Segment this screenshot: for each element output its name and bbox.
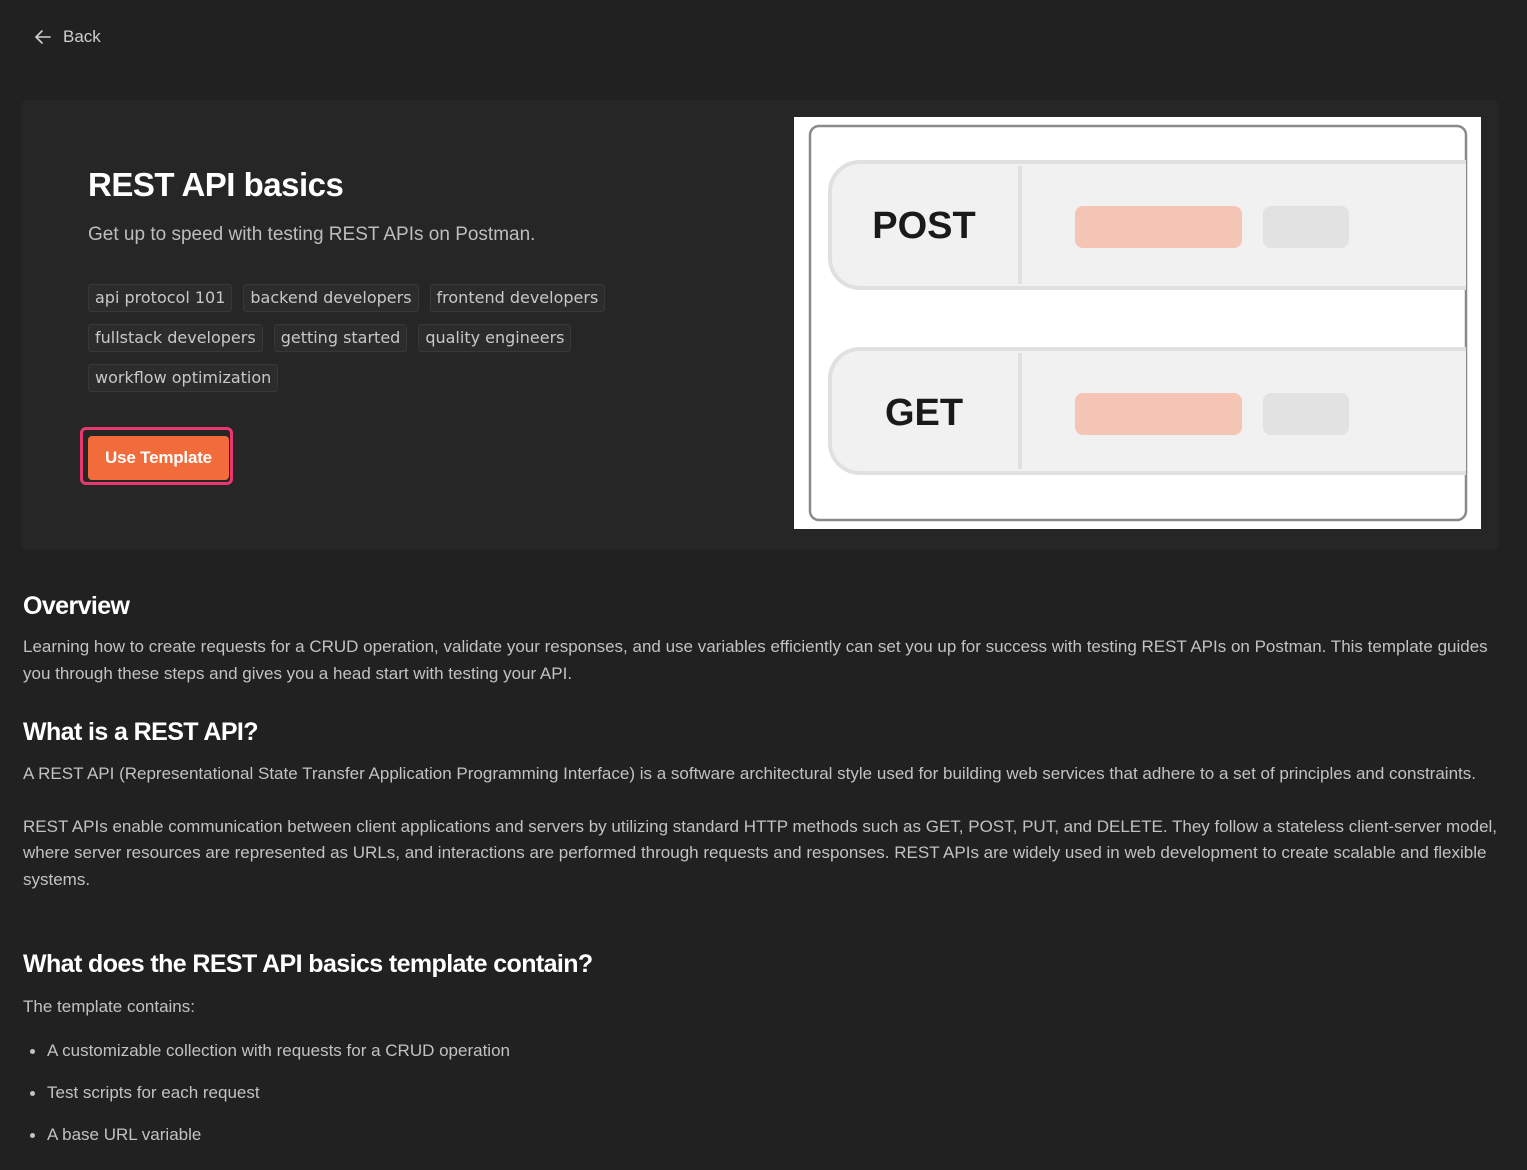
template-hero-card: REST API basics Get up to speed with tes… [22, 100, 1498, 550]
list-item: A base URL variable [23, 1121, 510, 1163]
contains-list: A customizable collection with requests … [23, 1037, 510, 1163]
overview-section: Overview Learning how to create requests… [23, 592, 1503, 687]
back-label: Back [63, 27, 101, 46]
preview-method-get: GET [885, 392, 963, 434]
contains-intro: The template contains: [23, 997, 195, 1016]
what-is-paragraph-2: REST APIs enable communication between c… [23, 816, 1498, 889]
contains-heading: What does the REST API basics template c… [23, 950, 593, 978]
list-item: Test scripts for each request [23, 1079, 510, 1121]
tag[interactable]: getting started [273, 324, 408, 352]
overview-heading: Overview [23, 592, 130, 620]
tag[interactable]: workflow optimization [88, 364, 279, 392]
tag[interactable]: quality engineers [418, 324, 572, 352]
preview-post-row: POST [828, 160, 1466, 290]
what-is-paragraph-1: A REST API (Representational State Trans… [23, 764, 1476, 783]
preview-method-post: POST [872, 205, 975, 247]
preview-get-row: GET [828, 347, 1466, 475]
tag[interactable]: fullstack developers [88, 324, 263, 352]
what-is-heading: What is a REST API? [23, 718, 259, 746]
contains-section: What does the REST API basics template c… [23, 950, 1503, 1021]
back-link[interactable]: Back [33, 27, 101, 47]
arrow-left-icon [33, 27, 53, 47]
tag[interactable]: backend developers [243, 284, 419, 312]
tag[interactable]: api protocol 101 [88, 284, 233, 312]
tag[interactable]: frontend developers [429, 284, 606, 312]
overview-body: Learning how to create requests for a CR… [23, 637, 1488, 683]
what-is-section: What is a REST API? A REST API (Represen… [23, 718, 1503, 893]
use-template-button[interactable]: Use Template [88, 436, 229, 480]
template-preview-image: POST GET [794, 117, 1481, 529]
template-title: REST API basics [88, 166, 344, 203]
tag-list: api protocol 101 backend developers fron… [88, 284, 648, 392]
template-subtitle: Get up to speed with testing REST APIs o… [88, 224, 536, 245]
list-item: A customizable collection with requests … [23, 1037, 510, 1079]
